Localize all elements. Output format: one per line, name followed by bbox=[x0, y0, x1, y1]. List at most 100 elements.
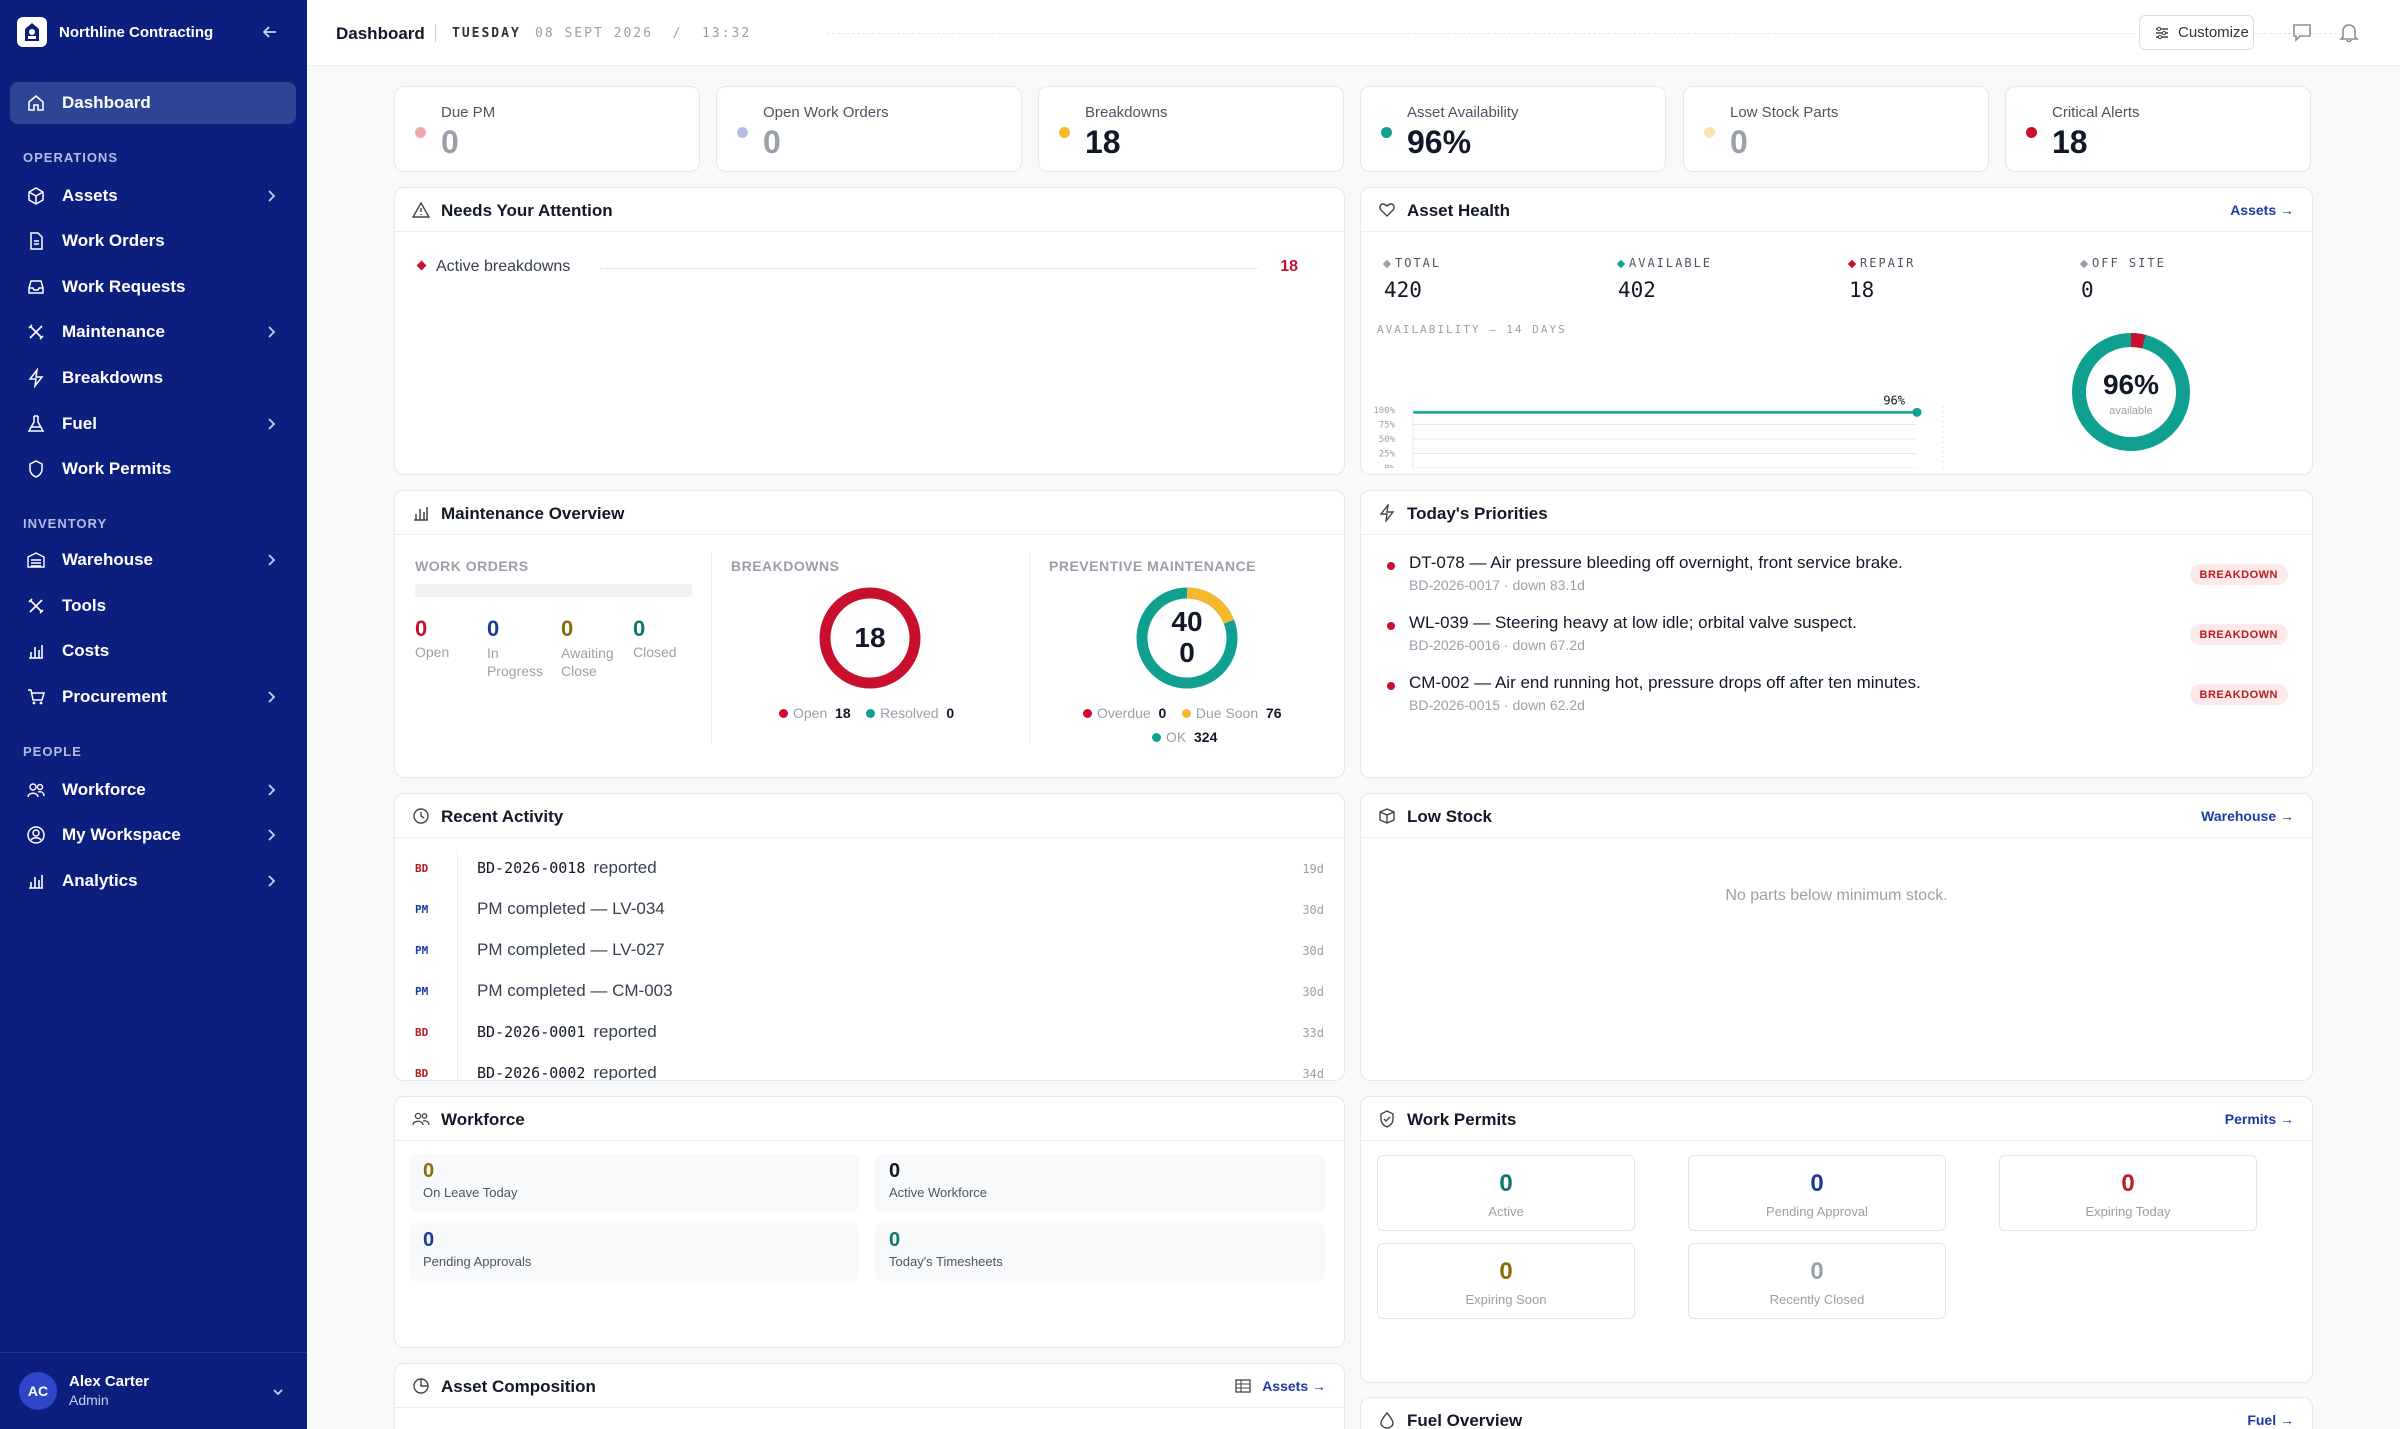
activity-row[interactable]: PM PM completed — CM-003 30d bbox=[395, 981, 1344, 1005]
recent-activity-card: Recent Activity BD BD-2026-0018 reported 19… bbox=[394, 793, 1345, 1081]
stat-label: OFF SITE bbox=[2092, 256, 2166, 270]
kpi-asset-availability[interactable]: Asset Availability 96% bbox=[1360, 86, 1666, 172]
legend-dot bbox=[1083, 709, 1092, 718]
attention-label: Active breakdowns bbox=[436, 258, 571, 275]
stat-repair: REPAIR 18 bbox=[1847, 254, 1915, 302]
permit-tile-expiring-today[interactable]: 0 Expiring Today bbox=[1999, 1155, 2257, 1231]
sidebar-item-tools[interactable]: Tools bbox=[10, 585, 296, 627]
permit-tile-recently-closed[interactable]: 0 Recently Closed bbox=[1688, 1243, 1946, 1319]
wo-stat-awaiting-close[interactable]: 0 Awaiting Close bbox=[561, 616, 629, 680]
activity-row[interactable]: BD BD-2026-0001 reported 33d bbox=[395, 1022, 1344, 1046]
topbar: Dashboard TUESDAY 08 SEPT 2026 / 13:32 C… bbox=[307, 0, 2400, 66]
sidebar-item-label: Work Orders bbox=[62, 231, 165, 250]
activity-row[interactable]: PM PM completed — LV-034 30d bbox=[395, 899, 1344, 923]
priority-item[interactable]: WL-039 — Steering heavy at low idle; orb… bbox=[1361, 613, 2312, 665]
sidebar-item-work-orders[interactable]: Work Orders bbox=[10, 220, 296, 262]
workforce-tile-on-leave[interactable]: 0 On Leave Today bbox=[409, 1154, 859, 1212]
sidebar-item-label: Assets bbox=[62, 186, 118, 205]
sidebar-item-label: Dashboard bbox=[62, 93, 151, 112]
priority-item[interactable]: CM-002 — Air end running hot, pressure d… bbox=[1361, 673, 2312, 725]
priority-meta: BD-2026-0015 · down 62.2d bbox=[1409, 697, 1585, 713]
assets-link[interactable]: Assets → bbox=[1262, 1378, 1326, 1394]
kpi-value: 0 bbox=[441, 124, 459, 160]
activity-row[interactable]: BD BD-2026-0018 reported 19d bbox=[395, 858, 1344, 882]
attention-item-active-breakdowns[interactable]: Active breakdowns 18 bbox=[416, 258, 1298, 278]
card-title: Today's Priorities bbox=[1407, 504, 1548, 523]
activity-row[interactable]: PM PM completed — LV-027 30d bbox=[395, 940, 1344, 964]
wo-stat-open[interactable]: 0 Open bbox=[415, 616, 477, 660]
stat-total: TOTAL 420 bbox=[1382, 254, 1442, 302]
sidebar-item-warehouse[interactable]: Warehouse bbox=[10, 539, 296, 581]
tools-icon bbox=[24, 320, 48, 344]
stat-label: Closed bbox=[633, 644, 677, 660]
permit-tile-active[interactable]: 0 Active bbox=[1377, 1155, 1635, 1231]
kpi-open-work-orders[interactable]: Open Work Orders 0 bbox=[716, 86, 1022, 172]
kpi-low-stock-parts[interactable]: Low Stock Parts 0 bbox=[1683, 86, 1989, 172]
sidebar-item-maintenance[interactable]: Maintenance bbox=[10, 311, 296, 353]
fuel-link[interactable]: Fuel → bbox=[2247, 1412, 2294, 1428]
priority-item[interactable]: DT-078 — Air pressure bleeding off overn… bbox=[1361, 553, 2312, 605]
workforce-tile-pending-approvals[interactable]: 0 Pending Approvals bbox=[409, 1223, 859, 1281]
kpi-label: Breakdowns bbox=[1085, 104, 1168, 121]
stat-label: TOTAL bbox=[1395, 256, 1442, 270]
tools-icon bbox=[24, 594, 48, 618]
activity-code: BD-2026-0018 bbox=[477, 859, 586, 877]
stat-off-site: OFF SITE 0 bbox=[2079, 254, 2166, 302]
section-label: PREVENTIVE MAINTENANCE bbox=[1049, 558, 1257, 574]
activity-age: 33d bbox=[1302, 1026, 1324, 1040]
activity-tag: PM bbox=[415, 985, 429, 998]
brand[interactable]: Northline Contracting bbox=[17, 17, 213, 47]
kpi-critical-alerts[interactable]: Critical Alerts 18 bbox=[2005, 86, 2311, 172]
permit-tile-expiring-soon[interactable]: 0 Expiring Soon bbox=[1377, 1243, 1635, 1319]
table-icon[interactable] bbox=[1235, 1378, 1251, 1394]
warehouse-link[interactable]: Warehouse → bbox=[2201, 808, 2294, 824]
chat-icon[interactable] bbox=[2290, 20, 2314, 44]
chevron-right-icon bbox=[268, 418, 276, 430]
asset-composition-card: Asset Composition Assets → bbox=[394, 1363, 1345, 1429]
activity-age: 30d bbox=[1302, 985, 1324, 999]
stat-value: 402 bbox=[1618, 278, 1656, 302]
sidebar-item-procurement[interactable]: Procurement bbox=[10, 676, 296, 718]
workforce-tile-active[interactable]: 0 Active Workforce bbox=[875, 1154, 1325, 1212]
kpi-label: Low Stock Parts bbox=[1730, 104, 1839, 121]
sidebar-item-label: Work Permits bbox=[62, 459, 172, 478]
activity-tag: BD bbox=[415, 862, 429, 875]
sidebar-item-work-requests[interactable]: Work Requests bbox=[10, 266, 296, 308]
sidebar-item-assets[interactable]: Assets bbox=[10, 175, 296, 217]
pm-legend: Overdue 0 Due Soon 76 bbox=[1083, 705, 1281, 721]
sidebar-item-my-workspace[interactable]: My Workspace bbox=[10, 814, 296, 856]
sidebar-item-workforce[interactable]: Workforce bbox=[10, 769, 296, 811]
sidebar-item-costs[interactable]: Costs bbox=[10, 630, 296, 672]
customize-button[interactable]: Customize bbox=[2139, 15, 2254, 50]
bar-chart-icon bbox=[414, 507, 428, 521]
workforce-card: Workforce 0 On Leave Today 0 Active Work… bbox=[394, 1096, 1345, 1348]
permits-link[interactable]: Permits → bbox=[2225, 1111, 2294, 1127]
user-menu[interactable]: AC Alex Carter Admin bbox=[0, 1352, 307, 1429]
sidebar-item-work-permits[interactable]: Work Permits bbox=[10, 448, 296, 490]
stat-label: Open bbox=[415, 644, 450, 660]
sidebar-item-dashboard[interactable]: Dashboard bbox=[10, 82, 296, 124]
kpi-due-pm[interactable]: Due PM 0 bbox=[394, 86, 700, 172]
section-label: BREAKDOWNS bbox=[731, 558, 840, 574]
activity-text: reported bbox=[593, 1063, 657, 1081]
sidebar-item-breakdowns[interactable]: Breakdowns bbox=[10, 357, 296, 399]
sidebar-item-label: Costs bbox=[62, 641, 110, 660]
activity-row[interactable]: BD BD-2026-0002 reported 34d bbox=[395, 1063, 1344, 1081]
wo-stat-closed[interactable]: 0 Closed bbox=[633, 616, 701, 660]
diamond-icon bbox=[1616, 259, 1626, 269]
user-role: Admin bbox=[69, 1392, 109, 1408]
flask-icon bbox=[24, 412, 48, 436]
needs-attention-card: Needs Your Attention Active breakdowns 1… bbox=[394, 187, 1345, 475]
wo-stat-in-progress[interactable]: 0 In Progress bbox=[487, 616, 555, 680]
workforce-tile-timesheets[interactable]: 0 Today's Timesheets bbox=[875, 1223, 1325, 1281]
pm-legend-ok: OK 324 bbox=[1152, 729, 1217, 745]
attention-value: 18 bbox=[1280, 258, 1298, 275]
assets-link[interactable]: Assets → bbox=[2230, 202, 2294, 218]
bell-icon[interactable] bbox=[2337, 20, 2361, 44]
permit-tile-pending-approval[interactable]: 0 Pending Approval bbox=[1688, 1155, 1946, 1231]
sidebar-item-fuel[interactable]: Fuel bbox=[10, 403, 296, 445]
sidebar-item-analytics[interactable]: Analytics bbox=[10, 860, 296, 902]
kpi-breakdowns[interactable]: Breakdowns 18 bbox=[1038, 86, 1344, 172]
sidebar-item-label: Warehouse bbox=[62, 550, 154, 569]
collapse-sidebar-icon[interactable] bbox=[258, 20, 282, 44]
